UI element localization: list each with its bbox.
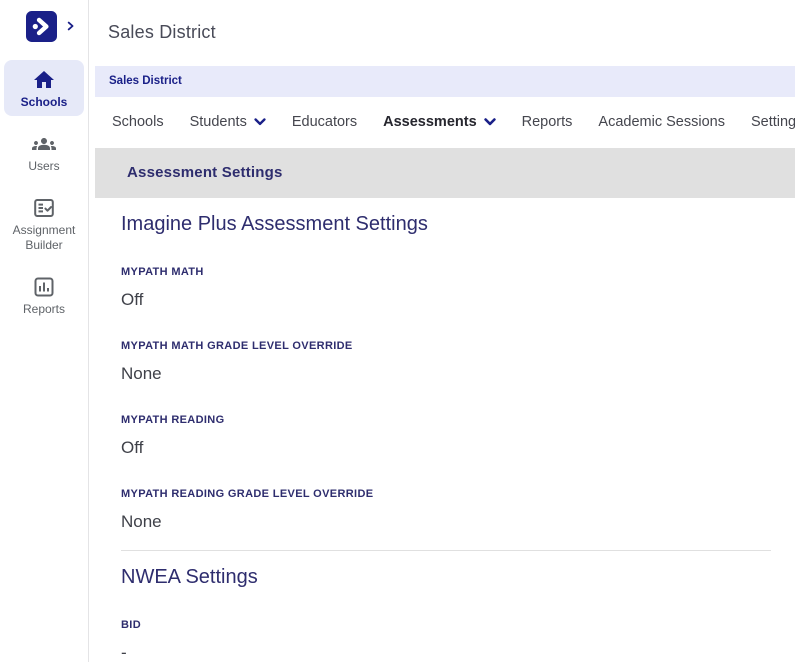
tab-label: Academic Sessions [598, 114, 725, 131]
tab-settings[interactable]: Settings [751, 114, 795, 130]
tab-students[interactable]: Students [190, 114, 266, 130]
tab-label: Schools [112, 114, 164, 131]
field-mypath-math-grade-override: MYPATH MATH GRADE LEVEL OVERRIDE None [121, 340, 771, 384]
field-bid: BID - [121, 619, 771, 662]
page-title: Sales District [108, 22, 216, 43]
nwea-settings-heading: NWEA Settings [121, 565, 258, 588]
chevron-down-icon [483, 118, 496, 126]
sidebar-logo-row [0, 0, 88, 52]
field-value: None [121, 511, 162, 531]
settings-content: Imagine Plus Assessment Settings MYPATH … [89, 198, 795, 662]
field-label: MYPATH READING GRADE LEVEL OVERRIDE [121, 487, 374, 500]
field-label: MYPATH READING [121, 413, 225, 426]
sidebar-expand-icon[interactable] [65, 20, 76, 32]
sidebar-item-label: Reports [22, 302, 66, 316]
field-value: Off [121, 289, 144, 309]
assignment-builder-icon [32, 196, 56, 220]
sidebar-item-reports[interactable]: Reports [4, 267, 84, 323]
chevron-down-icon [254, 118, 266, 126]
sidebar-item-assignment-builder[interactable]: Assignment Builder [4, 188, 84, 259]
tab-academic-sessions[interactable]: Academic Sessions [598, 114, 725, 130]
imagine-plus-settings-heading: Imagine Plus Assessment Settings [121, 212, 428, 235]
sidebar-item-schools[interactable]: Schools [4, 60, 84, 116]
sidebar-item-label: Users [28, 159, 60, 173]
field-label: MYPATH MATH [121, 265, 204, 278]
main-area: Sales District Sales District Schools St… [89, 0, 795, 662]
section-divider [121, 549, 771, 551]
breadcrumb: Sales District [95, 65, 795, 97]
field-value: - [121, 642, 127, 662]
app-window: Schools Users Assignment Builder Reports… [0, 0, 795, 662]
tab-educators[interactable]: Educators [292, 114, 357, 130]
tab-label: Reports [521, 114, 573, 131]
tab-reports[interactable]: Reports [522, 114, 573, 130]
field-mypath-math: MYPATH MATH Off [121, 266, 771, 310]
app-logo-icon[interactable] [26, 10, 57, 42]
section-header-bar: Assessment Settings [95, 147, 795, 198]
field-label: BID [121, 618, 141, 631]
sidebar: Schools Users Assignment Builder Reports [0, 0, 89, 662]
groups-icon [32, 132, 56, 156]
breadcrumb-district-link[interactable]: Sales District [109, 75, 182, 87]
field-label: MYPATH MATH GRADE LEVEL OVERRIDE [121, 339, 353, 352]
tab-label: Educators [291, 114, 358, 131]
tab-bar: Schools Students Educators Assessments R… [89, 97, 795, 148]
sidebar-item-label: Assignment Builder [12, 223, 76, 252]
tab-schools[interactable]: Schools [112, 114, 164, 130]
tab-assessments[interactable]: Assessments [383, 114, 496, 130]
topbar: Sales District [89, 0, 795, 66]
sidebar-item-users[interactable]: Users [4, 124, 84, 180]
home-icon [32, 68, 56, 92]
field-value: None [121, 363, 162, 383]
tab-label: Settings [750, 114, 795, 131]
sidebar-nav: Schools Users Assignment Builder Reports [0, 52, 88, 323]
field-value: Off [121, 437, 144, 457]
tab-label: Students [189, 114, 247, 131]
section-header-title: Assessment Settings [127, 164, 283, 182]
field-mypath-reading: MYPATH READING Off [121, 414, 771, 458]
field-mypath-reading-grade-override: MYPATH READING GRADE LEVEL OVERRIDE None [121, 488, 771, 532]
sidebar-item-label: Schools [20, 95, 68, 109]
tab-label: Assessments [383, 114, 477, 131]
reports-icon [32, 275, 56, 299]
